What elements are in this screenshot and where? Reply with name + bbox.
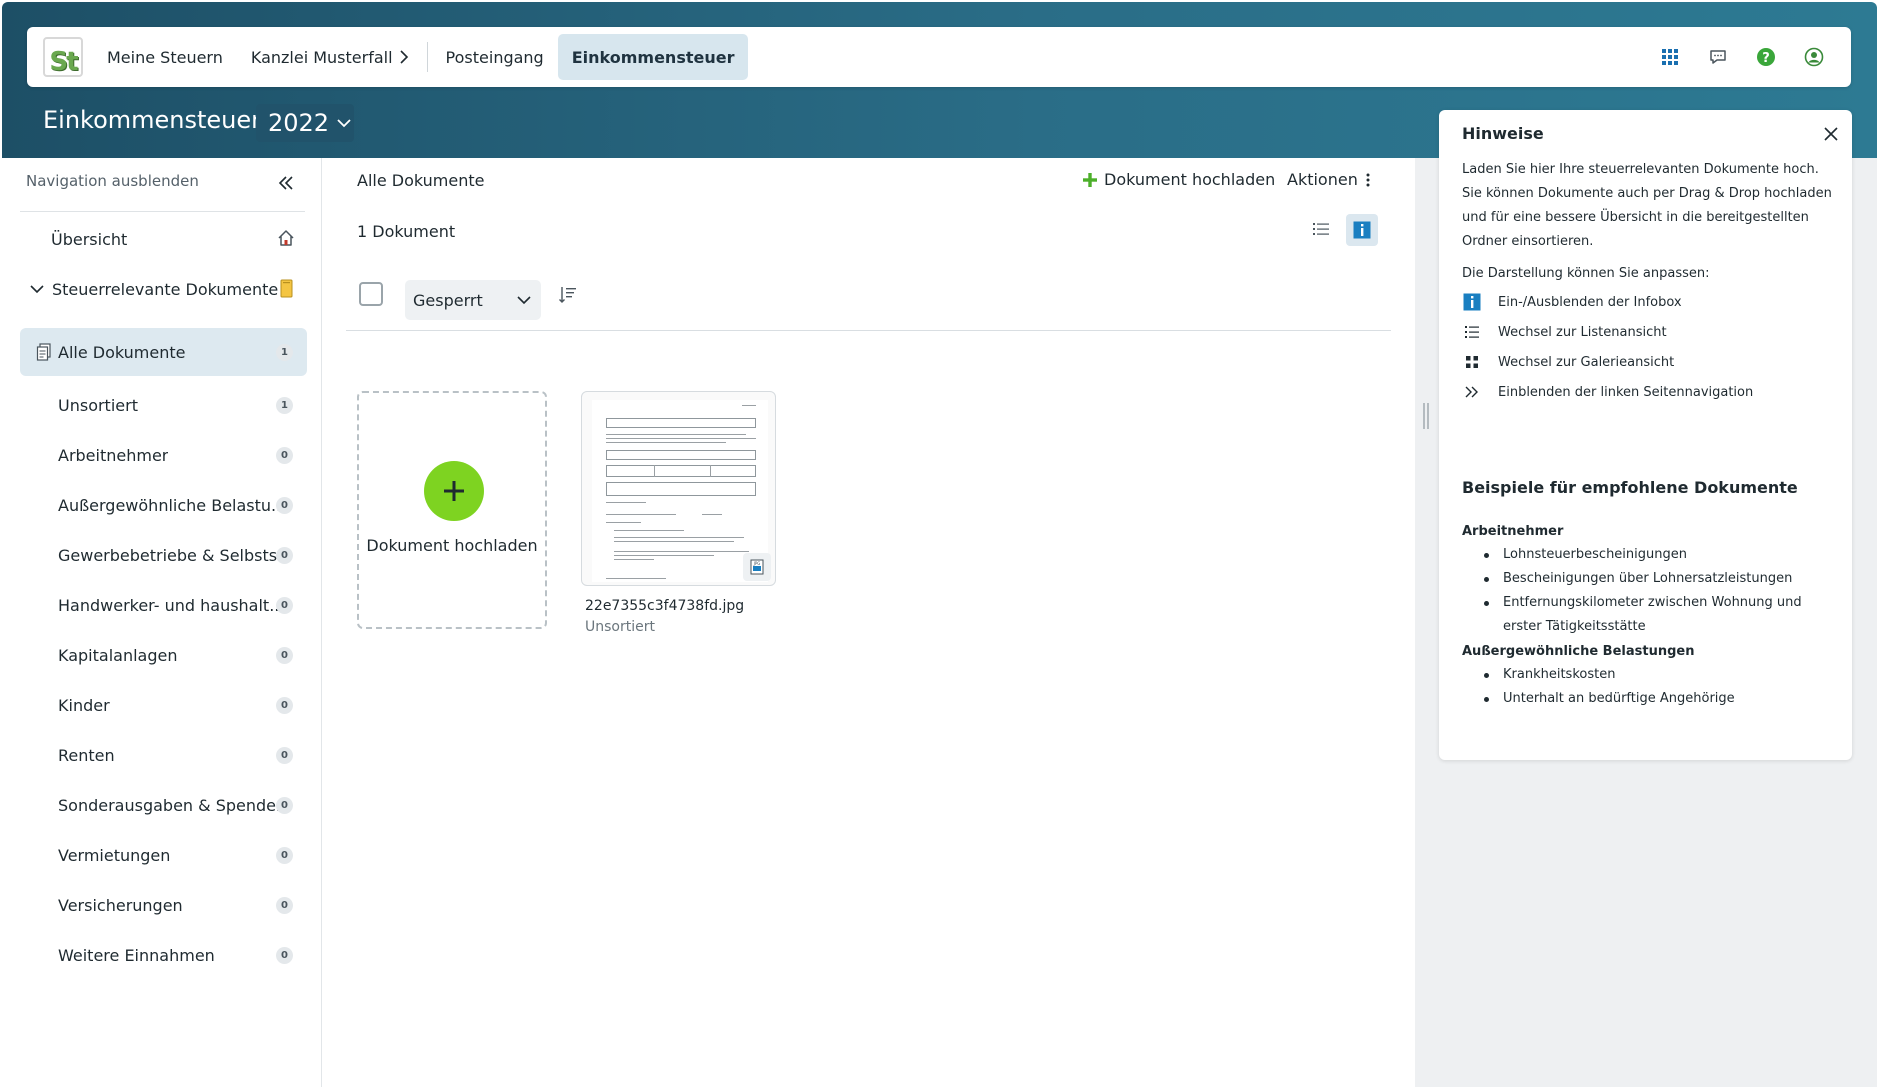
apps-grid-icon[interactable] [1659, 46, 1681, 68]
hints-description: Laden Sie hier Ihre steuerrelevanten Dok… [1462, 162, 1832, 249]
main-title: Alle Dokumente [357, 171, 485, 190]
select-all-checkbox[interactable] [359, 282, 383, 306]
list-item: Bescheinigungen über Lohnersatzleistunge… [1479, 567, 1824, 591]
hint-row-infobox: Ein-/Ausblenden der Infobox [1462, 290, 1682, 314]
plus-circle-icon [424, 461, 484, 521]
sidebar-item-sonderausgaben[interactable]: Sonderausgaben & Spenden 0 [20, 781, 307, 829]
info-icon [1353, 221, 1371, 239]
chat-icon[interactable] [1707, 46, 1729, 68]
hint-row-sidenav: Einblenden der linken Seitennavigation [1462, 380, 1753, 404]
sidebar-item-renten[interactable]: Renten 0 [20, 731, 307, 779]
upload-document-button[interactable]: Dokument hochladen [1082, 170, 1275, 189]
hint-row-galleryview: Wechsel zur Galerieansicht [1462, 350, 1674, 374]
app-window: St Meine Steuern Kanzlei Musterfall Post… [0, 0, 1879, 1089]
sidebar-item-aussergewoehnliche-belastungen[interactable]: Außergewöhnliche Belastu... 0 [20, 481, 307, 529]
list-aussergewoehnliche: Krankheitskosten Unterhalt an bedürftige… [1479, 663, 1824, 711]
gallery-view-icon [1462, 352, 1482, 372]
count-badge: 1 [276, 396, 293, 414]
count-badge: 0 [276, 746, 293, 764]
hints-subtitle: Die Darstellung können Sie anpassen: [1462, 266, 1710, 281]
documents-icon [36, 343, 51, 361]
sort-select[interactable]: Gesperrt [405, 280, 541, 320]
document-preview [592, 400, 768, 582]
sidebar-group-steuerrelevante-dokumente[interactable]: Steuerrelevante Dokumente [20, 265, 307, 313]
count-badge: 0 [276, 846, 293, 864]
count-badge: 0 [276, 796, 293, 814]
count-badge: 0 [276, 946, 293, 964]
hint-row-listview: Wechsel zur Listenansicht [1462, 320, 1667, 344]
nav-separator [426, 42, 428, 72]
count-badge: 1 [276, 343, 293, 361]
section-title-aussergewoehnliche: Außergewöhnliche Belastungen [1462, 644, 1695, 659]
count-badge: 0 [276, 696, 293, 714]
actions-menu-button[interactable]: Aktionen [1287, 170, 1370, 189]
folder-icon [280, 279, 293, 298]
navigation-toggle[interactable]: Navigation ausblenden [26, 172, 199, 190]
sidebar-item-weitere-einnahmen[interactable]: Weitere Einnahmen 0 [20, 931, 307, 979]
top-icon-group: ? [1659, 46, 1825, 68]
help-icon[interactable]: ? [1755, 46, 1777, 68]
close-icon[interactable] [1824, 127, 1838, 141]
nav-meine-steuern[interactable]: Meine Steuern [93, 34, 237, 80]
sidebar-item-arbeitnehmer[interactable]: Arbeitnehmer 0 [20, 431, 307, 479]
examples-title: Beispiele für empfohlene Dokumente [1462, 478, 1798, 497]
sidebar-item-kapitalanlagen[interactable]: Kapitalanlagen 0 [20, 631, 307, 679]
plus-icon [1083, 172, 1097, 187]
list-item: Unterhalt an bedürftige Angehörige [1479, 687, 1824, 711]
sidebar-item-uebersicht[interactable]: Übersicht [20, 215, 307, 263]
document-status: Unsortiert [585, 619, 655, 635]
list-item: Lohnsteuerbescheinigungen [1479, 543, 1824, 567]
infobox-toggle-button[interactable] [1346, 214, 1378, 246]
sidebar-item-handwerker[interactable]: Handwerker- und haushalt... 0 [20, 581, 307, 629]
nav-kanzlei[interactable]: Kanzlei Musterfall [237, 34, 423, 80]
count-badge: 0 [276, 646, 293, 664]
image-file-icon: JPG [743, 553, 771, 581]
panel-resize-handle[interactable] [1423, 403, 1429, 429]
chevron-right-icon [399, 50, 408, 64]
chevron-down-icon [517, 296, 531, 305]
list-view-icon [1462, 322, 1482, 342]
document-name[interactable]: 22e7355c3f4738fd.jpg [585, 598, 744, 614]
document-count: 1 Dokument [357, 222, 456, 241]
page-title: Einkommensteuer [43, 106, 262, 134]
toolbar-divider [346, 330, 1391, 331]
sidebar-item-alle-dokumente[interactable]: Alle Dokumente 1 [20, 328, 307, 376]
list-arbeitnehmer: Lohnsteuerbescheinigungen Bescheinigunge… [1479, 543, 1824, 639]
svg-text:?: ? [1762, 51, 1770, 66]
more-vertical-icon [1366, 173, 1370, 186]
sort-order-icon[interactable] [558, 285, 578, 305]
app-logo[interactable]: St [43, 37, 83, 77]
list-item: Krankheitskosten [1479, 663, 1824, 687]
count-badge: 0 [276, 546, 293, 564]
hints-panel: Hinweise Laden Sie hier Ihre steuerrelev… [1439, 110, 1852, 760]
user-icon[interactable] [1803, 46, 1825, 68]
sidebar-item-gewerbebetriebe[interactable]: Gewerbebetriebe & Selbsts... 0 [20, 531, 307, 579]
sidebar-divider [20, 211, 305, 212]
list-item: Entfernungskilometer zwischen Wohnung un… [1479, 591, 1824, 639]
double-chevron-left-icon[interactable] [278, 176, 294, 190]
count-badge: 0 [276, 896, 293, 914]
sidebar-item-unsortiert[interactable]: Unsortiert 1 [20, 381, 307, 429]
nav-posteingang[interactable]: Posteingang [432, 34, 558, 80]
sidebar-item-kinder[interactable]: Kinder 0 [20, 681, 307, 729]
count-badge: 0 [276, 496, 293, 514]
nav-einkommensteuer[interactable]: Einkommensteuer [557, 34, 749, 80]
count-badge: 0 [276, 446, 293, 464]
year-select[interactable]: 2022 [256, 104, 354, 142]
list-view-icon[interactable] [1312, 221, 1330, 237]
info-icon [1462, 292, 1482, 312]
sidebar-item-versicherungen[interactable]: Versicherungen 0 [20, 881, 307, 929]
home-icon [278, 230, 294, 246]
chevron-down-icon [30, 285, 44, 294]
count-badge: 0 [276, 596, 293, 614]
top-navigation-bar: St Meine Steuern Kanzlei Musterfall Post… [27, 27, 1851, 87]
document-thumbnail[interactable]: JPG [581, 391, 776, 586]
double-chevron-right-icon [1462, 382, 1482, 402]
svg-text:JPG: JPG [753, 561, 761, 566]
hints-title: Hinweise [1462, 124, 1544, 143]
upload-drop-tile[interactable]: Dokument hochladen [357, 391, 547, 629]
section-title-arbeitnehmer: Arbeitnehmer [1462, 524, 1564, 539]
chevron-down-icon [337, 119, 351, 128]
sidebar-item-vermietungen[interactable]: Vermietungen 0 [20, 831, 307, 879]
